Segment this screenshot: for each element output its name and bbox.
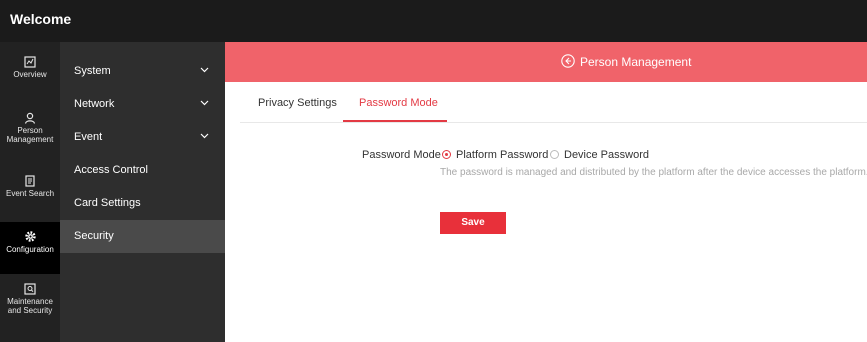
main-content: Person Management Privacy Settings Passw…: [225, 42, 867, 342]
device-password-label[interactable]: Device Password: [564, 149, 649, 161]
config-submenu: System Network Event Access Control Card…: [60, 42, 225, 342]
main-nav: Overview Person Management Event Search …: [0, 42, 60, 342]
nav-item-person-management[interactable]: Person Management: [0, 112, 60, 154]
maintenance-icon: [24, 283, 36, 295]
overview-icon: [24, 56, 36, 68]
back-icon[interactable]: [561, 54, 575, 68]
nav-item-event-search[interactable]: Event Search: [0, 175, 60, 209]
submenu-label: System: [74, 65, 111, 77]
nav-item-configuration[interactable]: Configuration: [0, 222, 60, 274]
nav-label: Overview: [13, 70, 47, 79]
nav-item-overview[interactable]: Overview: [0, 56, 60, 94]
platform-password-label[interactable]: Platform Password: [456, 149, 548, 161]
submenu-label: Network: [74, 98, 115, 110]
submenu-item-card-settings[interactable]: Card Settings: [60, 187, 225, 220]
submenu-label: Security: [74, 230, 114, 242]
chevron-down-icon: [200, 133, 209, 139]
submenu-item-security[interactable]: Security: [60, 220, 225, 253]
platform-password-radio[interactable]: [442, 150, 451, 159]
nav-label: Person Management: [6, 126, 54, 144]
nav-item-maintenance-and-security[interactable]: Maintenance and Security: [0, 283, 60, 323]
submenu-label: Event: [74, 131, 103, 143]
app-title: Welcome: [10, 11, 72, 27]
password-mode-label: Password Mode: [362, 149, 441, 161]
password-mode-hint: The password is managed and distributed …: [440, 167, 867, 178]
page-banner: Person Management: [225, 42, 867, 82]
save-button[interactable]: Save: [440, 212, 506, 234]
submenu-item-network[interactable]: Network: [60, 88, 225, 121]
tab-bar: Privacy Settings Password Mode: [240, 82, 867, 123]
submenu-item-event[interactable]: Event: [60, 121, 225, 154]
nav-label: Configuration: [6, 245, 54, 254]
nav-label: Maintenance and Security: [7, 297, 53, 315]
person-icon: [24, 112, 36, 124]
device-password-radio[interactable]: [550, 150, 559, 159]
active-tab-indicator: [343, 120, 447, 122]
nav-label: Event Search: [5, 189, 55, 198]
submenu-label: Card Settings: [74, 197, 141, 209]
chevron-down-icon: [200, 67, 209, 73]
tab-privacy-settings[interactable]: Privacy Settings: [258, 97, 337, 109]
submenu-item-system[interactable]: System: [60, 55, 225, 88]
page-title: Person Management: [580, 55, 692, 69]
submenu-item-access-control[interactable]: Access Control: [60, 154, 225, 187]
gear-icon: [24, 231, 36, 242]
event-search-icon: [25, 175, 35, 187]
top-bar: Welcome: [0, 0, 867, 42]
submenu-label: Access Control: [74, 164, 148, 176]
chevron-down-icon: [200, 100, 209, 106]
tab-password-mode[interactable]: Password Mode: [359, 97, 438, 109]
